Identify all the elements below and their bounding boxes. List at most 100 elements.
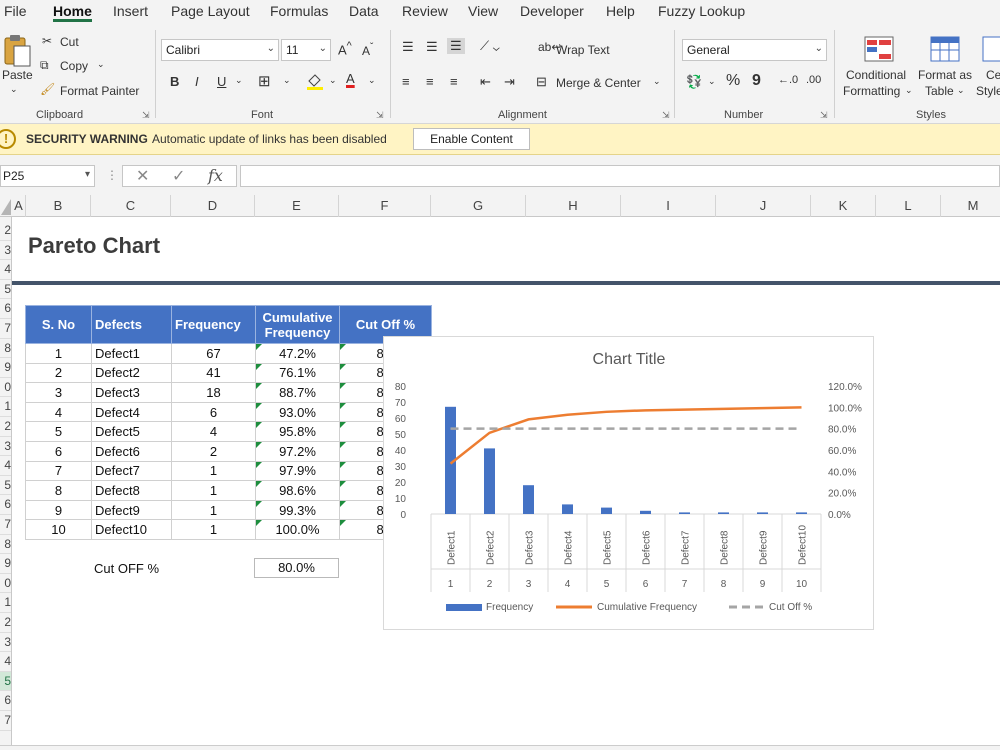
cancel-icon[interactable]: ✕ bbox=[136, 166, 149, 186]
number-launcher-icon[interactable]: ⇲ bbox=[820, 110, 828, 121]
cell-defect[interactable]: Defect9 bbox=[91, 499, 172, 521]
cell-cumulative[interactable]: 88.7% bbox=[255, 382, 340, 403]
format-as-table-icon[interactable] bbox=[930, 36, 960, 64]
row-header[interactable]: 4 bbox=[0, 260, 11, 280]
decrease-indent-icon[interactable]: ⇤ bbox=[480, 74, 491, 90]
cell-sno[interactable]: 7 bbox=[25, 460, 92, 482]
cell-sno[interactable]: 4 bbox=[25, 401, 92, 423]
merge-center-button[interactable]: Merge & Center bbox=[556, 76, 641, 90]
cell-sno[interactable]: 9 bbox=[25, 499, 92, 521]
row-header[interactable]: 7 bbox=[0, 515, 11, 535]
tab-developer[interactable]: Developer bbox=[520, 3, 584, 19]
row-header[interactable]: 7 bbox=[0, 319, 11, 339]
row-header[interactable]: 8 bbox=[0, 339, 11, 359]
align-right-icon[interactable]: ≡ bbox=[450, 74, 458, 89]
enable-content-button[interactable]: Enable Content bbox=[413, 128, 530, 150]
align-bottom-icon[interactable]: ☰ bbox=[447, 38, 465, 54]
cell-cumulative[interactable]: 100.0% bbox=[255, 519, 340, 540]
row-header[interactable]: 5 bbox=[0, 280, 11, 300]
column-header-f[interactable]: F bbox=[339, 195, 431, 217]
cell-cumulative[interactable]: 99.3% bbox=[255, 499, 340, 521]
conditional-formatting-icon[interactable] bbox=[864, 36, 894, 64]
column-header-k[interactable]: K bbox=[811, 195, 876, 217]
cutoff-label[interactable]: Cut OFF % bbox=[94, 561, 159, 576]
tab-home[interactable]: Home bbox=[53, 3, 92, 19]
formula-input[interactable] bbox=[240, 165, 1000, 187]
increase-font-size-icon[interactable]: A^ bbox=[338, 40, 352, 57]
cell-sno[interactable]: 2 bbox=[25, 362, 92, 384]
cell-sno[interactable]: 5 bbox=[25, 421, 92, 442]
row-header[interactable]: 0 bbox=[0, 574, 11, 594]
cell-frequency[interactable]: 1 bbox=[171, 480, 256, 501]
cell-defect[interactable]: Defect6 bbox=[91, 440, 172, 462]
cell-frequency[interactable]: 18 bbox=[171, 382, 256, 403]
align-top-icon[interactable]: ☰ bbox=[402, 39, 414, 55]
copy-dropdown-icon[interactable]: ⌄ bbox=[97, 59, 105, 70]
borders-icon[interactable]: ⊞ bbox=[258, 72, 271, 90]
column-header-j[interactable]: J bbox=[716, 195, 811, 217]
cell-frequency[interactable]: 4 bbox=[171, 421, 256, 442]
borders-dropdown-icon[interactable]: ⌄ bbox=[283, 75, 291, 86]
cell-frequency[interactable]: 67 bbox=[171, 343, 256, 364]
column-header-a[interactable]: A bbox=[12, 195, 26, 217]
underline-button[interactable]: U bbox=[217, 74, 226, 89]
alignment-launcher-icon[interactable]: ⇲ bbox=[662, 110, 670, 121]
row-header[interactable]: 8 bbox=[0, 535, 11, 555]
row-header[interactable]: 5 bbox=[0, 476, 11, 496]
cell-defect[interactable]: Defect7 bbox=[91, 460, 172, 482]
row-header[interactable]: 2 bbox=[0, 613, 11, 633]
cut-button[interactable]: Cut bbox=[60, 35, 79, 49]
select-all-icon[interactable] bbox=[0, 195, 12, 217]
cell-cumulative[interactable]: 98.6% bbox=[255, 480, 340, 501]
align-middle-icon[interactable]: ☰ bbox=[426, 39, 438, 55]
cell-cumulative[interactable]: 76.1% bbox=[255, 362, 340, 384]
cell-frequency[interactable]: 1 bbox=[171, 519, 256, 540]
bold-button[interactable]: B bbox=[170, 74, 179, 89]
font-name-select[interactable]: Calibri ⌄ bbox=[161, 39, 279, 61]
cell-cumulative[interactable]: 95.8% bbox=[255, 421, 340, 442]
conditional-formatting-label-1[interactable]: Conditional bbox=[846, 68, 906, 82]
cell-defect[interactable]: Defect3 bbox=[91, 382, 172, 403]
header-cumulative-frequency[interactable]: Cumulative Frequency bbox=[255, 305, 340, 344]
paste-icon[interactable] bbox=[2, 34, 32, 70]
cell-sno[interactable]: 10 bbox=[25, 519, 92, 540]
header-frequency[interactable]: Frequency bbox=[171, 305, 256, 344]
fill-color-dropdown-icon[interactable]: ⌄ bbox=[329, 75, 337, 86]
enter-icon[interactable]: ✓ bbox=[172, 166, 185, 186]
paste-button-label[interactable]: Paste bbox=[2, 68, 33, 82]
cell-styles-label-1[interactable]: Ce bbox=[986, 68, 1000, 82]
row-header[interactable]: 4 bbox=[0, 652, 11, 672]
copy-button[interactable]: Copy bbox=[60, 59, 88, 73]
header-defects[interactable]: Defects bbox=[91, 305, 172, 344]
row-header[interactable]: 3 bbox=[0, 437, 11, 457]
cell-styles-label-2[interactable]: Style bbox=[976, 84, 1000, 98]
row-header[interactable]: 1 bbox=[0, 593, 11, 613]
accounting-format-icon[interactable]: 💱 bbox=[686, 74, 702, 90]
cell-frequency[interactable]: 6 bbox=[171, 401, 256, 423]
row-header[interactable]: 5 bbox=[0, 671, 11, 692]
percent-style-button[interactable]: % bbox=[726, 72, 740, 90]
underline-dropdown-icon[interactable]: ⌄ bbox=[235, 75, 243, 86]
row-header[interactable]: 9 bbox=[0, 554, 11, 574]
column-header-g[interactable]: G bbox=[431, 195, 526, 217]
name-box[interactable]: P25 ▾ bbox=[0, 165, 95, 187]
column-header-h[interactable]: H bbox=[526, 195, 621, 217]
tab-review[interactable]: Review bbox=[402, 3, 448, 19]
cell-sno[interactable]: 1 bbox=[25, 343, 92, 364]
row-header[interactable]: 2 bbox=[0, 221, 11, 241]
row-header[interactable]: 1 bbox=[0, 397, 11, 417]
cell-frequency[interactable]: 1 bbox=[171, 460, 256, 482]
tab-data[interactable]: Data bbox=[349, 3, 379, 19]
fill-color-icon[interactable] bbox=[305, 71, 325, 91]
row-header[interactable]: 9 bbox=[0, 358, 11, 378]
more-options-icon[interactable]: ⋮ bbox=[106, 168, 118, 182]
row-header[interactable]: 3 bbox=[0, 633, 11, 653]
cell-sno[interactable]: 6 bbox=[25, 440, 92, 462]
cell-cumulative[interactable]: 97.9% bbox=[255, 460, 340, 482]
merge-dropdown-icon[interactable]: ⌄ bbox=[653, 76, 661, 87]
cell-styles-icon[interactable] bbox=[982, 36, 1000, 64]
cell-sno[interactable]: 3 bbox=[25, 382, 92, 403]
row-header[interactable]: 7 bbox=[0, 711, 11, 731]
tab-page-layout[interactable]: Page Layout bbox=[171, 3, 250, 19]
column-header-c[interactable]: C bbox=[91, 195, 171, 217]
